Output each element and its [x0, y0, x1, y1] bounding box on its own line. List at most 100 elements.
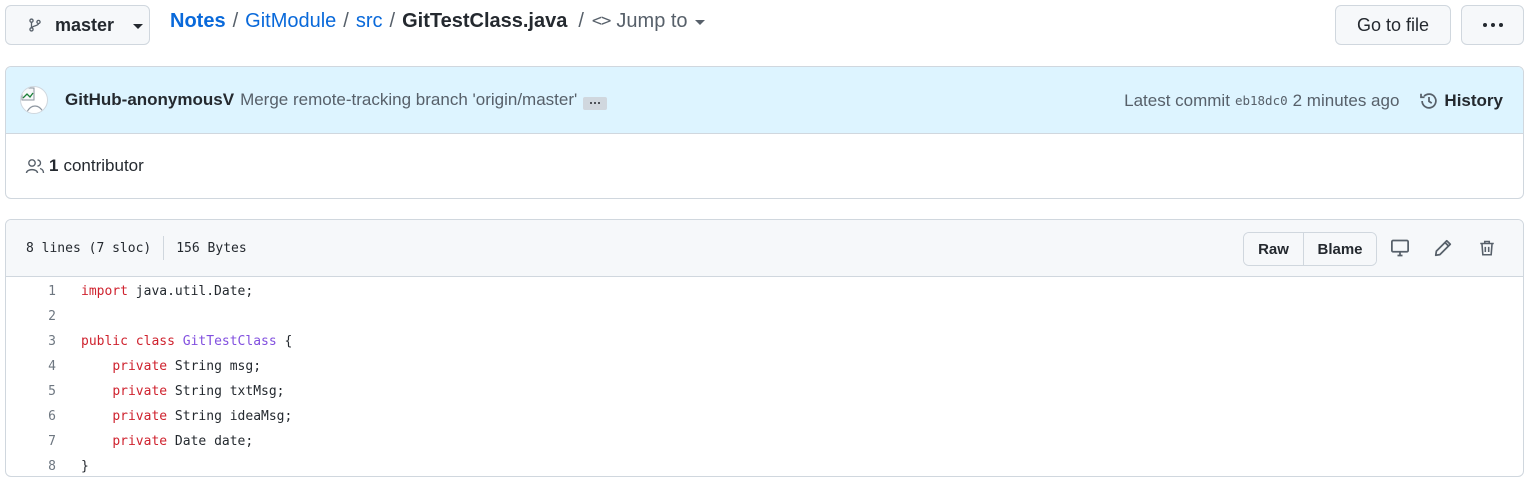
- open-desktop-button[interactable]: [1388, 236, 1412, 260]
- commit-message-link[interactable]: Merge remote-tracking branch 'origin/mas…: [240, 90, 577, 110]
- code-text: String txtMsg;: [167, 384, 285, 399]
- people-icon: [25, 159, 45, 174]
- line-number[interactable]: 2: [6, 309, 56, 324]
- line-number[interactable]: 4: [6, 359, 56, 374]
- line-number[interactable]: 7: [6, 434, 56, 449]
- code-text: {: [276, 334, 293, 349]
- trash-icon: [1480, 240, 1494, 256]
- code-line: 6 private String ideaMsg;: [6, 404, 1523, 429]
- go-to-file-button[interactable]: Go to file: [1335, 5, 1451, 45]
- file-header: 8 lines (7 sloc) 156 Bytes Raw Blame: [6, 220, 1523, 277]
- blame-button[interactable]: Blame: [1304, 233, 1376, 265]
- file-line-count: 8 lines (7 sloc): [26, 240, 152, 256]
- more-options-button[interactable]: [1461, 5, 1524, 45]
- commit-sha-link[interactable]: eb18dc0: [1235, 93, 1288, 108]
- code-line: 4 private String msg;: [6, 354, 1523, 379]
- ellipsis-icon: [590, 102, 593, 104]
- line-content: }: [56, 459, 89, 474]
- code-keyword: private: [112, 434, 168, 449]
- line-number[interactable]: 3: [6, 334, 56, 349]
- ellipsis-dot: [598, 102, 601, 104]
- latest-commit-box: GitHub-anonymousV Merge remote-tracking …: [5, 66, 1524, 199]
- file-size: 156 Bytes: [176, 240, 247, 256]
- history-link[interactable]: History: [1419, 91, 1503, 111]
- line-content: private String txtMsg;: [56, 384, 285, 399]
- code-line: 2: [6, 304, 1523, 329]
- breadcrumb-folder-src[interactable]: src: [356, 10, 383, 33]
- code-text: }: [81, 459, 89, 474]
- breadcrumb-separator: /: [343, 9, 349, 32]
- code-text: String ideaMsg;: [167, 409, 293, 424]
- edit-file-button[interactable]: [1431, 236, 1455, 260]
- breadcrumb-separator: /: [232, 9, 239, 32]
- contributors-row: 1 contributor: [6, 134, 1523, 198]
- code-keyword: import: [81, 284, 128, 299]
- branch-label: master: [55, 14, 115, 35]
- commit-meta: Latest commit eb18dc0 2 minutes ago Hist…: [1124, 67, 1503, 134]
- breadcrumb-separator: /: [389, 9, 396, 32]
- line-content: private Date date;: [56, 434, 253, 449]
- history-icon: [1420, 92, 1438, 109]
- file-viewer: 8 lines (7 sloc) 156 Bytes Raw Blame 1 i…: [5, 219, 1524, 477]
- commit-header: GitHub-anonymousV Merge remote-tracking …: [6, 67, 1523, 134]
- divider: [163, 236, 165, 260]
- code-icon: <>: [591, 11, 612, 31]
- line-number[interactable]: 6: [6, 409, 56, 424]
- branch-select-button[interactable]: master: [5, 5, 150, 45]
- ellipsis-dot: [594, 102, 597, 104]
- line-number[interactable]: 8: [6, 459, 56, 474]
- code-line: 7 private Date date;: [6, 429, 1523, 454]
- history-label: History: [1444, 90, 1503, 110]
- code-text: String msg;: [167, 359, 262, 374]
- line-content: import java.util.Date;: [56, 284, 253, 299]
- jump-to-button[interactable]: <> Jump to: [590, 10, 705, 33]
- breadcrumb-folder-gitmodule[interactable]: GitModule: [245, 10, 336, 33]
- contributor-count[interactable]: 1: [49, 156, 58, 176]
- file-actions-button-group: Raw Blame: [1243, 232, 1377, 266]
- code-keyword: private: [112, 409, 168, 424]
- breadcrumb-separator: /: [578, 9, 584, 32]
- breadcrumb-file-name: GitTestClass.java: [402, 9, 568, 32]
- line-content: public class GitTestClass {: [56, 334, 292, 349]
- commit-time: 2 minutes ago: [1292, 90, 1400, 110]
- latest-commit-label: Latest commit: [1124, 90, 1230, 110]
- line-number[interactable]: 5: [6, 384, 56, 399]
- kebab-horizontal-icon: [1482, 23, 1487, 27]
- chevron-down-icon: [694, 19, 705, 25]
- jump-to-label: Jump to: [616, 9, 688, 32]
- code-keyword: private: [112, 384, 168, 399]
- avatar[interactable]: [20, 86, 48, 114]
- code-line: 1 import java.util.Date;: [6, 279, 1523, 304]
- breadcrumb: Notes / GitModule / src / GitTestClass.j…: [170, 6, 705, 36]
- code-keyword: private: [112, 359, 168, 374]
- raw-button[interactable]: Raw: [1244, 233, 1304, 265]
- code-line: 5 private String txtMsg;: [6, 379, 1523, 404]
- pencil-icon: [1434, 239, 1452, 257]
- code-keyword: public: [81, 334, 128, 349]
- code-line: 8}: [6, 454, 1523, 476]
- broken-image-icon: [21, 87, 44, 113]
- code-text: Date date;: [167, 434, 254, 449]
- kebab-dot: [1490, 23, 1495, 27]
- delete-file-button[interactable]: [1475, 236, 1499, 260]
- desktop-icon: [1391, 239, 1409, 257]
- code-line: 3 public class GitTestClass {: [6, 329, 1523, 354]
- code-class-name: GitTestClass: [182, 334, 277, 349]
- contributor-label: contributor: [63, 156, 144, 175]
- line-content: private String ideaMsg;: [56, 409, 292, 424]
- code-keyword: class: [135, 334, 175, 349]
- code-text: java.util.Date;: [127, 284, 254, 299]
- line-number[interactable]: 1: [6, 284, 56, 299]
- breadcrumb-repo-link[interactable]: Notes: [170, 10, 226, 33]
- expand-commit-message-button[interactable]: [583, 96, 608, 110]
- line-content: private String msg;: [56, 359, 261, 374]
- kebab-dot: [1498, 23, 1503, 27]
- commit-author-link[interactable]: GitHub-anonymousV: [65, 90, 234, 110]
- code-body: 1 import java.util.Date; 2 3 public class Gi…: [6, 277, 1523, 476]
